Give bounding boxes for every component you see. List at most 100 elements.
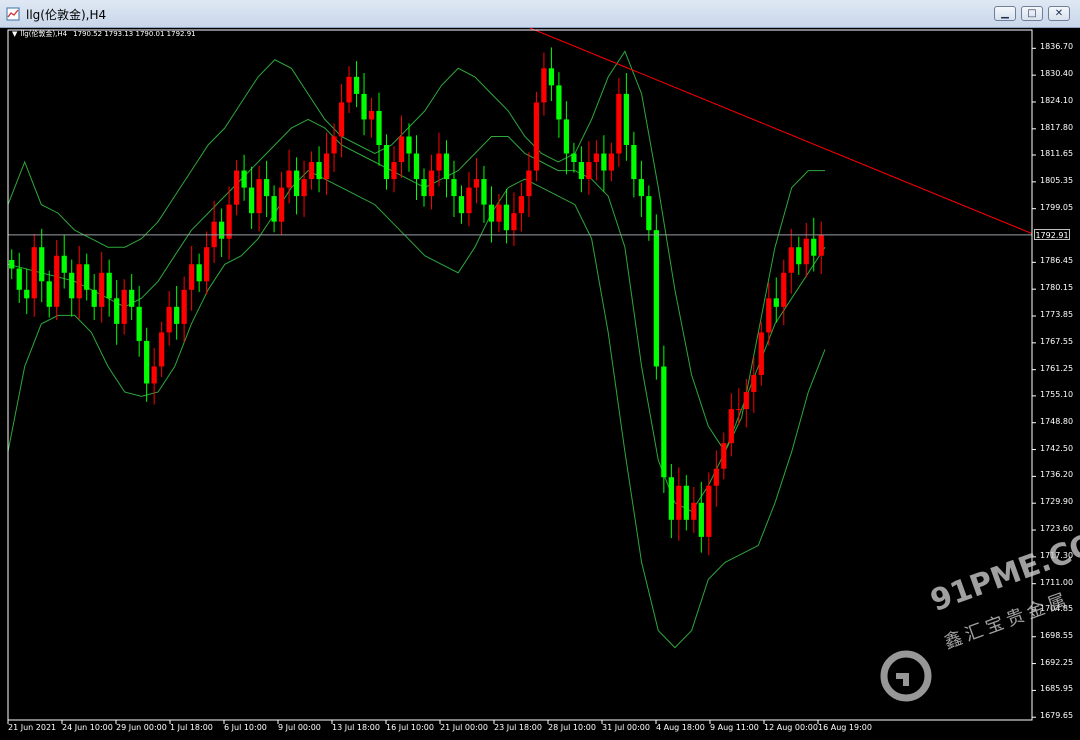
candle-body: [706, 485, 712, 537]
candle-body: [721, 443, 727, 469]
x-tick-label: 12 Aug 00:00: [764, 723, 818, 732]
candle-body: [803, 238, 809, 265]
candle-body: [556, 85, 562, 120]
candle-body: [796, 247, 802, 265]
y-tick-label: 1761.25: [1040, 363, 1074, 373]
y-tick-label: 1811.65: [1040, 149, 1074, 158]
candle-body: [46, 281, 52, 307]
y-tick-label: 1748.80: [1040, 416, 1074, 426]
candle-body: [383, 145, 390, 180]
candle-body: [638, 179, 644, 197]
candle-body: [338, 102, 345, 137]
y-tick-label: 1780.15: [1040, 283, 1074, 293]
candle-body: [473, 179, 480, 188]
candle-body: [398, 136, 405, 163]
candle-body: [758, 332, 764, 375]
watermark: 91PME.COM 鑫汇宝贵金属: [878, 517, 1080, 716]
candle-body: [241, 170, 247, 188]
candle-body: [593, 153, 600, 163]
candle-body: [159, 332, 165, 367]
candle-body: [331, 136, 337, 154]
candle-body: [16, 268, 22, 290]
candle-body: [308, 162, 315, 180]
x-tick-label: 9 Aug 11:00: [710, 723, 759, 732]
candle-body: [788, 247, 794, 273]
x-tick-label: 13 Jul 18:00: [332, 723, 380, 732]
minimize-button[interactable]: ▁: [994, 6, 1016, 21]
candle-body: [31, 247, 37, 299]
candle-body: [346, 76, 352, 103]
y-tick-label: 1742.50: [1040, 443, 1074, 453]
candle-body: [578, 162, 585, 180]
candle-body: [526, 170, 532, 197]
candle-body: [728, 409, 734, 444]
candle-body: [54, 255, 60, 307]
candle-body: [226, 204, 232, 239]
candle-body: [736, 409, 742, 411]
maximize-button[interactable]: □: [1021, 6, 1043, 21]
x-tick-label: 23 Jul 18:00: [494, 723, 542, 732]
candle-body: [248, 187, 255, 214]
candle-body: [61, 255, 67, 273]
candle-body: [586, 162, 592, 180]
candle-body: [421, 179, 427, 197]
candle-body: [218, 221, 225, 239]
candle-body: [616, 93, 622, 154]
candle-body: [76, 264, 82, 299]
candle-body: [368, 110, 375, 120]
candle-body: [466, 187, 472, 214]
y-tick-label: 1773.85: [1040, 310, 1074, 319]
candle-body: [9, 260, 15, 269]
x-tick-label: 9 Jul 00:00: [278, 723, 321, 732]
candle-body: [189, 264, 195, 290]
candle-body: [69, 272, 75, 299]
candle-body: [818, 234, 824, 256]
candle-body: [301, 179, 307, 197]
y-tick-label: 1723.60: [1040, 524, 1074, 534]
candle-body: [256, 179, 262, 214]
watermark-logo-icon: [880, 650, 932, 702]
chart-area[interactable]: ▼ llg(伦敦金),H4 1790.52 1793.13 1790.01 1792…: [0, 28, 1080, 740]
candle-body: [661, 366, 667, 478]
candle-body: [563, 119, 570, 154]
chart-window-icon: [6, 7, 20, 21]
candle-body: [691, 502, 697, 520]
candle-body: [391, 162, 397, 180]
x-tick-label: 1 Jul 18:00: [170, 723, 213, 732]
candle-body: [646, 196, 652, 231]
y-tick-label: 1817.80: [1040, 122, 1074, 132]
y-tick-label: 1755.10: [1040, 389, 1074, 399]
candle-body: [263, 179, 270, 197]
window-titlebar: llg(伦敦金),H4 ▁ □ ✕: [0, 0, 1080, 28]
candle-body: [293, 170, 300, 197]
candle-body: [121, 289, 127, 324]
candle-body: [773, 298, 779, 307]
candle-body: [766, 298, 772, 333]
y-tick-label: 1836.70: [1040, 42, 1074, 52]
y-tick-label: 1805.35: [1040, 175, 1074, 185]
candle-body: [436, 153, 442, 171]
dropdown-arrow-icon[interactable]: ▼: [12, 30, 17, 38]
x-tick-label: 6 Jul 10:00: [224, 723, 267, 732]
candle-body: [406, 136, 412, 154]
candle-body: [653, 230, 659, 367]
candle-body: [781, 272, 787, 307]
y-tick-label: 1799.05: [1040, 202, 1074, 212]
candle-body: [481, 179, 487, 205]
window-title: llg(伦敦金),H4: [26, 8, 107, 22]
candle-body: [84, 264, 90, 290]
candle-body: [751, 375, 757, 393]
symbol-name: llg(伦敦金),H4: [20, 30, 68, 38]
x-tick-label: 24 Jun 10:00: [62, 723, 113, 732]
bollinger-band-upper: [7, 50, 825, 453]
candle-body: [278, 187, 285, 222]
y-tick-label: 1736.20: [1040, 470, 1074, 480]
candle-body: [601, 153, 607, 171]
candle-body: [323, 153, 330, 180]
close-button[interactable]: ✕: [1048, 6, 1070, 21]
candle-body: [668, 477, 674, 520]
candle-body: [511, 213, 517, 231]
candle-body: [571, 153, 577, 163]
candle-body: [174, 306, 180, 324]
candle-body: [204, 247, 210, 282]
